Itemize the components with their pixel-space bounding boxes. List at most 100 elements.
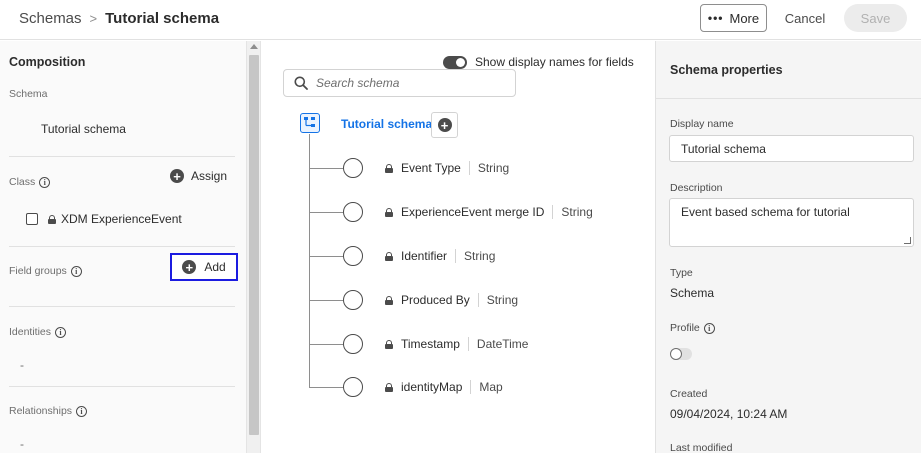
schema-canvas: Show display names for fields Tutorial s… <box>262 41 654 453</box>
description-textarea[interactable]: Event based schema for tutorial <box>669 198 914 247</box>
hierarchy-icon <box>304 117 315 127</box>
plus-icon: + <box>182 260 197 274</box>
class-checkbox[interactable] <box>26 213 38 225</box>
display-name-label: Display name <box>670 118 734 130</box>
info-icon[interactable]: i <box>70 265 82 277</box>
field-name[interactable]: Event Type <box>401 161 461 175</box>
toggle-switch-on[interactable] <box>443 55 467 69</box>
lock-icon <box>385 295 393 305</box>
field-name[interactable]: Identifier <box>401 249 447 263</box>
identities-value: - <box>20 358 24 372</box>
search-input[interactable] <box>316 76 496 90</box>
divider <box>9 306 235 307</box>
field-type: DateTime <box>476 337 529 351</box>
schema-name-link[interactable]: Tutorial schema <box>41 122 126 136</box>
add-label: Add <box>204 260 226 274</box>
divider <box>9 156 235 157</box>
field-type: String <box>477 161 510 175</box>
field-name[interactable]: Timestamp <box>401 337 460 351</box>
info-icon[interactable]: i <box>39 176 51 188</box>
field-node-icon[interactable] <box>343 202 363 222</box>
identities-label: Identities i <box>9 326 67 338</box>
divider <box>656 98 921 99</box>
info-icon[interactable]: i <box>703 322 715 334</box>
field-type: String <box>464 249 496 263</box>
class-name: XDM ExperienceEvent <box>61 212 182 226</box>
schema-properties-panel: Schema properties Display name Tutorial … <box>655 41 921 454</box>
schema-field-row[interactable]: Produced By String <box>309 289 518 311</box>
lock-icon <box>385 382 393 392</box>
field-info: ExperienceEvent merge ID String <box>385 205 593 219</box>
field-type: Map <box>479 380 503 394</box>
schema-root-icon <box>300 113 320 133</box>
field-node-icon[interactable] <box>343 334 363 354</box>
schema-field-row[interactable]: Event Type String <box>309 157 509 179</box>
resize-handle-icon[interactable] <box>904 237 911 244</box>
description-label: Description <box>670 182 723 194</box>
search-box <box>283 69 516 97</box>
add-field-group-button[interactable]: + Add <box>170 253 238 281</box>
identities-label-text: Identities <box>9 326 52 338</box>
field-separator <box>467 337 469 351</box>
tree-branch <box>309 343 343 345</box>
profile-label: Profile i <box>670 322 715 334</box>
profile-toggle[interactable] <box>670 348 692 360</box>
lock-icon <box>385 207 393 217</box>
field-info: Identifier String <box>385 249 495 263</box>
class-item-content: XDM ExperienceEvent <box>48 212 182 226</box>
more-button-label: More <box>729 10 760 26</box>
search-icon <box>294 76 308 90</box>
assign-class-button[interactable]: + Assign <box>170 169 227 183</box>
breadcrumb: Schemas > Tutorial schema <box>19 10 219 27</box>
lock-icon <box>385 339 393 349</box>
add-field-button[interactable]: + <box>431 112 458 138</box>
schema-field-row[interactable]: identityMap Map <box>309 376 503 398</box>
field-name[interactable]: Produced By <box>401 293 470 307</box>
left-panel-scrollbar[interactable] <box>246 41 261 453</box>
field-separator <box>455 249 457 263</box>
tree-branch <box>309 255 343 257</box>
field-info: identityMap Map <box>385 380 503 394</box>
lock-icon <box>385 163 393 173</box>
cancel-button[interactable]: Cancel <box>778 4 832 32</box>
scroll-up-arrow-icon[interactable] <box>250 44 258 49</box>
breadcrumb-separator: > <box>89 11 98 26</box>
schema-field-row[interactable]: ExperienceEvent merge ID String <box>309 201 593 223</box>
field-name[interactable]: ExperienceEvent merge ID <box>401 205 544 219</box>
breadcrumb-schemas-link[interactable]: Schemas <box>19 10 82 27</box>
display-names-toggle[interactable]: Show display names for fields <box>443 55 634 69</box>
composition-panel: Composition Schema Tutorial schema Class… <box>0 41 246 453</box>
schema-root-name[interactable]: Tutorial schema <box>341 117 432 131</box>
relationships-value: - <box>20 437 24 451</box>
schema-field-row[interactable]: Timestamp DateTime <box>309 333 528 355</box>
more-button[interactable]: ••• More <box>700 4 767 32</box>
class-item[interactable]: XDM ExperienceEvent <box>26 212 182 226</box>
save-button[interactable]: Save <box>844 4 907 32</box>
relationships-label: Relationships i <box>9 405 88 417</box>
plus-icon: + <box>170 169 184 183</box>
info-icon[interactable]: i <box>55 326 67 338</box>
created-label: Created <box>670 388 708 400</box>
field-separator <box>477 293 479 307</box>
relationships-label-text: Relationships <box>9 405 73 417</box>
scrollbar-thumb[interactable] <box>249 55 259 435</box>
info-icon[interactable]: i <box>76 405 88 417</box>
page-title: Tutorial schema <box>105 10 220 27</box>
field-node-icon[interactable] <box>343 158 363 178</box>
created-value: 09/04/2024, 10:24 AM <box>670 407 788 421</box>
display-name-input[interactable]: Tutorial schema <box>669 135 914 162</box>
tree-branch <box>309 386 343 388</box>
field-node-icon[interactable] <box>343 290 363 310</box>
schema-field-row[interactable]: Identifier String <box>309 245 495 267</box>
field-node-icon[interactable] <box>343 246 363 266</box>
field-info: Produced By String <box>385 293 518 307</box>
divider <box>9 386 235 387</box>
toggle-label: Show display names for fields <box>475 55 634 69</box>
tree-branch <box>309 211 343 213</box>
class-label-text: Class <box>9 176 36 188</box>
field-node-icon[interactable] <box>343 377 363 397</box>
top-bar: Schemas > Tutorial schema ••• More Cance… <box>0 0 921 40</box>
type-label: Type <box>670 267 693 279</box>
lock-icon <box>385 251 393 261</box>
field-name[interactable]: identityMap <box>401 380 462 394</box>
